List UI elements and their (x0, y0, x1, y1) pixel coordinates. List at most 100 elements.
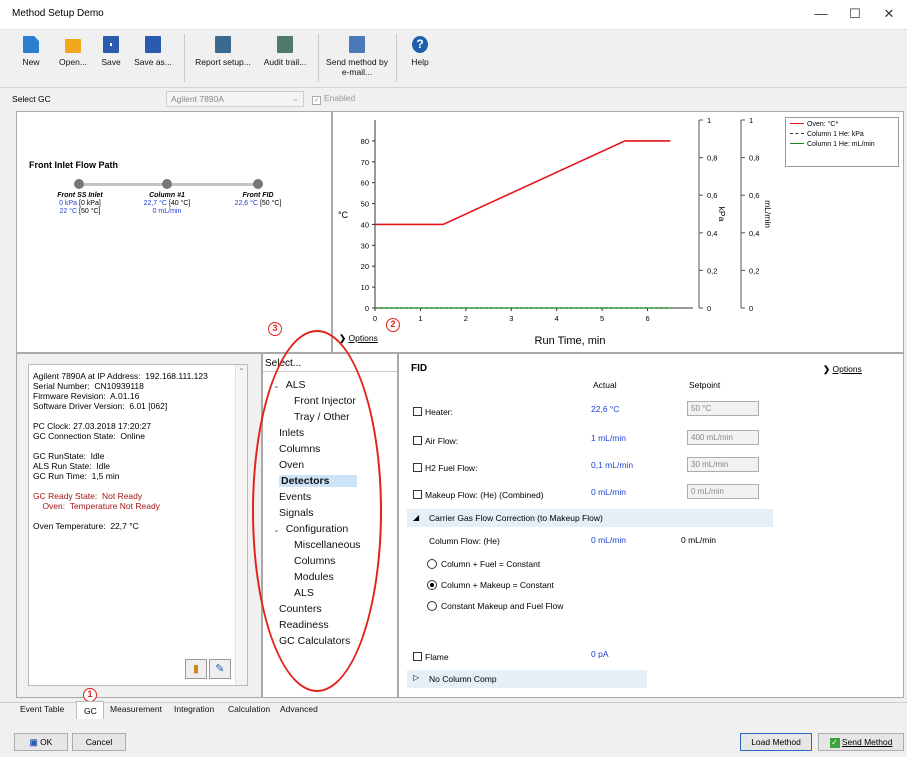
open-button[interactable]: Open... (52, 36, 94, 67)
column-flow-setpoint: 0 mL/min (681, 535, 716, 545)
x-tick-label: 0 (373, 314, 377, 323)
flame-checkbox[interactable]: Flame (413, 652, 449, 662)
status-line (33, 411, 208, 421)
load-method-button[interactable]: Load Method (740, 733, 812, 751)
radio-column-makeup[interactable]: Column + Makeup = Constant (427, 580, 554, 590)
right-axis-title: mL/min (763, 200, 773, 228)
maximize-button[interactable]: ☐ (846, 6, 864, 22)
tab-calculation[interactable]: Calculation (228, 704, 270, 714)
status-scrollbar[interactable]: ⌃ (235, 365, 247, 685)
column-flow-actual: 0 mL/min (591, 535, 626, 545)
title-bar: Method Setup Demo — ☐ ✕ (0, 0, 907, 30)
tab-gc[interactable]: GC (76, 701, 104, 719)
new-button[interactable]: New (14, 36, 48, 67)
x-tick-label: 4 (555, 314, 559, 323)
highlight-ellipse (252, 330, 382, 692)
heater-actual: 22,6 °C (591, 404, 620, 414)
tab-integration[interactable]: Integration (174, 704, 214, 714)
gc-select[interactable]: Agilent 7890A ⌄ (166, 91, 304, 107)
legend-swatch (790, 123, 804, 124)
col-setpoint-header: Setpoint (689, 380, 721, 390)
radio-constant-makeup[interactable]: Constant Makeup and Fuel Flow (427, 601, 563, 611)
status-line: Oven: Temperature Not Ready (33, 501, 160, 511)
help-button[interactable]: ? Help (406, 36, 434, 67)
status-panel: Agilent 7890A at IP Address: 192.168.111… (28, 364, 248, 686)
x-tick-label: 2 (464, 314, 468, 323)
save-as-icon (145, 36, 161, 53)
status-text: Agilent 7890A at IP Address: 192.168.111… (33, 371, 208, 531)
right-axis-tick-label: 1 (749, 116, 753, 125)
carrier-section-header[interactable]: ◢ Carrier Gas Flow Correction (to Makeup… (407, 509, 773, 527)
tab-event-table[interactable]: Event Table (20, 704, 64, 714)
send-method-button[interactable]: ✓ Send Method (818, 733, 904, 751)
h2-flow-actual: 0,1 mL/min (591, 460, 634, 470)
legend-entry: Column 1 He: kPa (790, 131, 894, 138)
air-flow-checkbox[interactable]: Air Flow: (413, 436, 458, 446)
audit-trail-button[interactable]: Audit trail... (260, 36, 310, 67)
y-tick-label: 10 (361, 283, 369, 292)
x-tick-label: 5 (600, 314, 604, 323)
report-setup-button[interactable]: Report setup... (192, 36, 254, 67)
annotation-marker-3: 3 (268, 322, 282, 336)
h2-flow-checkbox[interactable]: H2 Fuel Flow: (413, 463, 477, 473)
send-method-email-button[interactable]: Send method by e-mail... (324, 36, 390, 77)
save-button[interactable]: Save (96, 36, 126, 67)
ok-button[interactable]: ▣ OK (14, 733, 68, 751)
tab-measurement[interactable]: Measurement (110, 704, 162, 714)
folder-icon (65, 39, 81, 53)
h2-flow-setpoint[interactable]: 30 mL/min (687, 457, 759, 472)
flow-node-column: Column #1 22,7 °C [40 °C] 0 mL/min (143, 192, 191, 215)
flow-path-panel: Front Inlet Flow Path Front SS Inlet 0 k… (16, 111, 332, 353)
right-axis-tick-label: 0,4 (749, 229, 759, 238)
minimize-button[interactable]: — (812, 6, 830, 21)
legend-swatch (790, 143, 804, 144)
heater-setpoint[interactable]: 50 °C (687, 401, 759, 416)
annotation-marker-1: 1 (83, 688, 97, 702)
makeup-flow-setpoint[interactable]: 0 mL/min (687, 484, 759, 499)
makeup-flow-checkbox[interactable]: Makeup Flow: (He) (Combined) (413, 490, 544, 500)
status-line: GC RunState: Idle (33, 451, 105, 461)
radio-column-fuel[interactable]: Column + Fuel = Constant (427, 559, 540, 569)
x-tick-label: 1 (418, 314, 422, 323)
checkmark-icon: ✓ (829, 738, 840, 748)
no-column-comp-section[interactable]: ▷ No Column Comp (407, 670, 647, 688)
save-icon: ▣ (29, 737, 38, 747)
right-axis-tick-label: 0,2 (707, 266, 717, 275)
status-line: GC Ready State: Not Ready (33, 491, 143, 501)
status-line: ALS Run State: Idle (33, 461, 111, 471)
y-axis-title: °C (338, 210, 349, 220)
right-axis-tick-label: 0,8 (749, 154, 759, 163)
col-actual-header: Actual (593, 380, 617, 390)
series-line-1 (375, 140, 671, 226)
right-axis-tick-label: 1 (707, 116, 711, 125)
right-axis-tick-label: 0,2 (749, 266, 759, 275)
checkmark-icon: ✓ (312, 96, 321, 105)
fid-title: FID (411, 363, 428, 374)
status-line: PC Clock: 27.03.2018 17:20:27 (33, 421, 152, 431)
y-tick-label: 20 (361, 262, 369, 271)
close-button[interactable]: ✕ (880, 6, 898, 22)
flow-path-title: Front Inlet Flow Path (29, 160, 118, 170)
enabled-checkbox[interactable]: ✓ Enabled (312, 93, 355, 105)
edit-button[interactable]: ✎ (209, 659, 231, 679)
chart-options-button[interactable]: ❯ Options (339, 333, 378, 344)
air-flow-setpoint[interactable]: 400 mL/min (687, 430, 759, 445)
status-line (33, 481, 208, 491)
expand-triangle-icon: ▷ (413, 673, 420, 682)
annotation-marker-2: 2 (386, 318, 400, 332)
tab-advanced[interactable]: Advanced (280, 704, 318, 714)
right-axis-tick-label: 0,6 (749, 191, 759, 200)
cancel-button[interactable]: Cancel (72, 733, 126, 751)
right-axis-tick-label: 0,8 (707, 154, 717, 163)
heater-checkbox[interactable]: Heater: (413, 407, 453, 417)
copy-button[interactable]: ▮ (185, 659, 207, 679)
save-as-button[interactable]: Save as... (130, 36, 176, 67)
chevron-down-icon: ⌄ (291, 93, 299, 103)
fid-options-button[interactable]: ❯ Options (823, 364, 862, 375)
toolbar-separator (184, 34, 185, 82)
right-axis-tick-label: 0 (707, 304, 711, 313)
chart-legend: Oven: °C* Column 1 He: kPa Column 1 He: mL… (785, 117, 899, 167)
edit-icon: ✎ (215, 663, 225, 675)
status-line (33, 511, 208, 521)
legend-entry: Oven: °C* (790, 121, 894, 128)
